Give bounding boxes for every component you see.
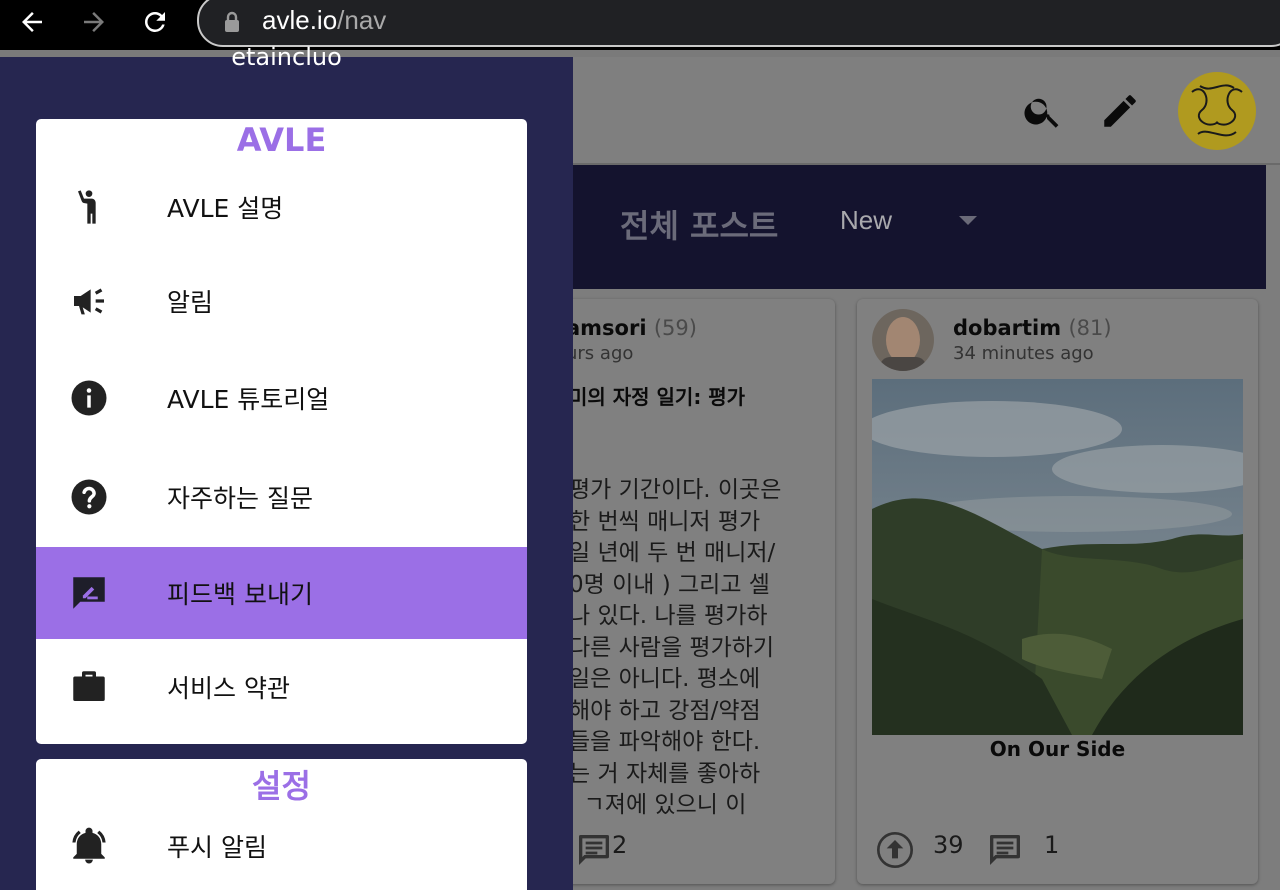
caret-down-icon[interactable] <box>959 216 977 225</box>
nav-drawer: etaincluo AVLE AVLE 설명 알림 AVLE 튜토리얼 자주하는… <box>0 43 573 890</box>
arrow-right-icon <box>84 12 104 32</box>
info-icon <box>68 377 110 419</box>
briefcase-icon <box>68 666 110 708</box>
url-text[interactable]: avle.io/nav <box>262 5 386 36</box>
bell-icon <box>68 825 110 867</box>
menu-item-faq[interactable]: 자주하는 질문 <box>36 447 527 547</box>
post-title[interactable]: 미의 자정 일기: 평가 <box>569 381 745 410</box>
drawer-username[interactable]: etaincluo <box>0 43 573 71</box>
reload-icon <box>144 11 165 33</box>
help-icon <box>68 476 110 518</box>
menu-item-feedback[interactable]: 피드백 보내기 <box>36 547 527 639</box>
panel-title: 설정 <box>252 767 311 805</box>
comment-icon[interactable] <box>985 830 1025 870</box>
post-time: urs ago <box>566 343 634 364</box>
user-avatar[interactable] <box>1178 72 1256 150</box>
menu-item-notices[interactable]: 알림 <box>36 253 527 349</box>
comment-count: 1 <box>1044 831 1060 859</box>
megaphone-icon <box>68 280 110 322</box>
feedback-icon <box>68 572 110 614</box>
comment-count: 2 <box>612 831 628 859</box>
post-time: 34 minutes ago <box>953 343 1094 364</box>
comment-icon[interactable] <box>574 830 614 870</box>
back-button[interactable] <box>14 4 50 40</box>
author-avatar[interactable] <box>872 309 934 371</box>
search-icon[interactable] <box>1022 90 1064 132</box>
post-excerpt: 평가 기간이다. 이곳은 한 번씩 매니저 평가 일 년에 두 번 매니저/ 0… <box>569 477 782 818</box>
menu-item-push-notifications[interactable]: 푸시 알림 <box>36 803 527 889</box>
post-author[interactable]: dobartim (81) <box>953 316 1112 340</box>
person-waving-icon <box>68 186 110 228</box>
panel-title: AVLE <box>236 121 327 159</box>
post-card[interactable]: dobartim (81) 34 minutes ago On Our Side… <box>857 299 1258 884</box>
tab-all-posts[interactable]: 전체 포스트 <box>620 201 778 247</box>
menu-label: 자주하는 질문 <box>167 484 313 513</box>
menu-label: 알림 <box>167 288 214 317</box>
sort-select[interactable]: New <box>840 205 892 236</box>
settings-panel: 설정 푸시 알림 <box>36 759 527 890</box>
upvote-count: 39 <box>933 831 964 859</box>
menu-item-terms[interactable]: 서비스 약관 <box>36 639 527 735</box>
menu-label: AVLE 설명 <box>167 194 284 223</box>
menu-label: AVLE 튜토리얼 <box>167 385 330 414</box>
menu-item-tutorial[interactable]: AVLE 튜토리얼 <box>36 349 527 447</box>
arrow-left-icon <box>22 12 42 32</box>
lock-icon <box>225 11 239 32</box>
post-title[interactable]: On Our Side <box>857 737 1258 761</box>
post-image[interactable] <box>872 379 1243 735</box>
menu-item-about[interactable]: AVLE 설명 <box>36 161 527 253</box>
menu-label: 피드백 보내기 <box>167 580 313 609</box>
avatar-pattern-icon <box>1191 84 1243 137</box>
post-author[interactable]: amsori (59) <box>566 316 697 340</box>
menu-label: 푸시 알림 <box>167 833 267 862</box>
upvote-icon[interactable] <box>875 830 915 870</box>
reload-button[interactable] <box>137 4 173 40</box>
pencil-icon[interactable] <box>1099 90 1141 132</box>
avle-menu-panel: AVLE AVLE 설명 알림 AVLE 튜토리얼 자주하는 질문 피드백 보내… <box>36 119 527 744</box>
menu-label: 서비스 약관 <box>167 674 290 703</box>
forward-button[interactable] <box>76 4 112 40</box>
